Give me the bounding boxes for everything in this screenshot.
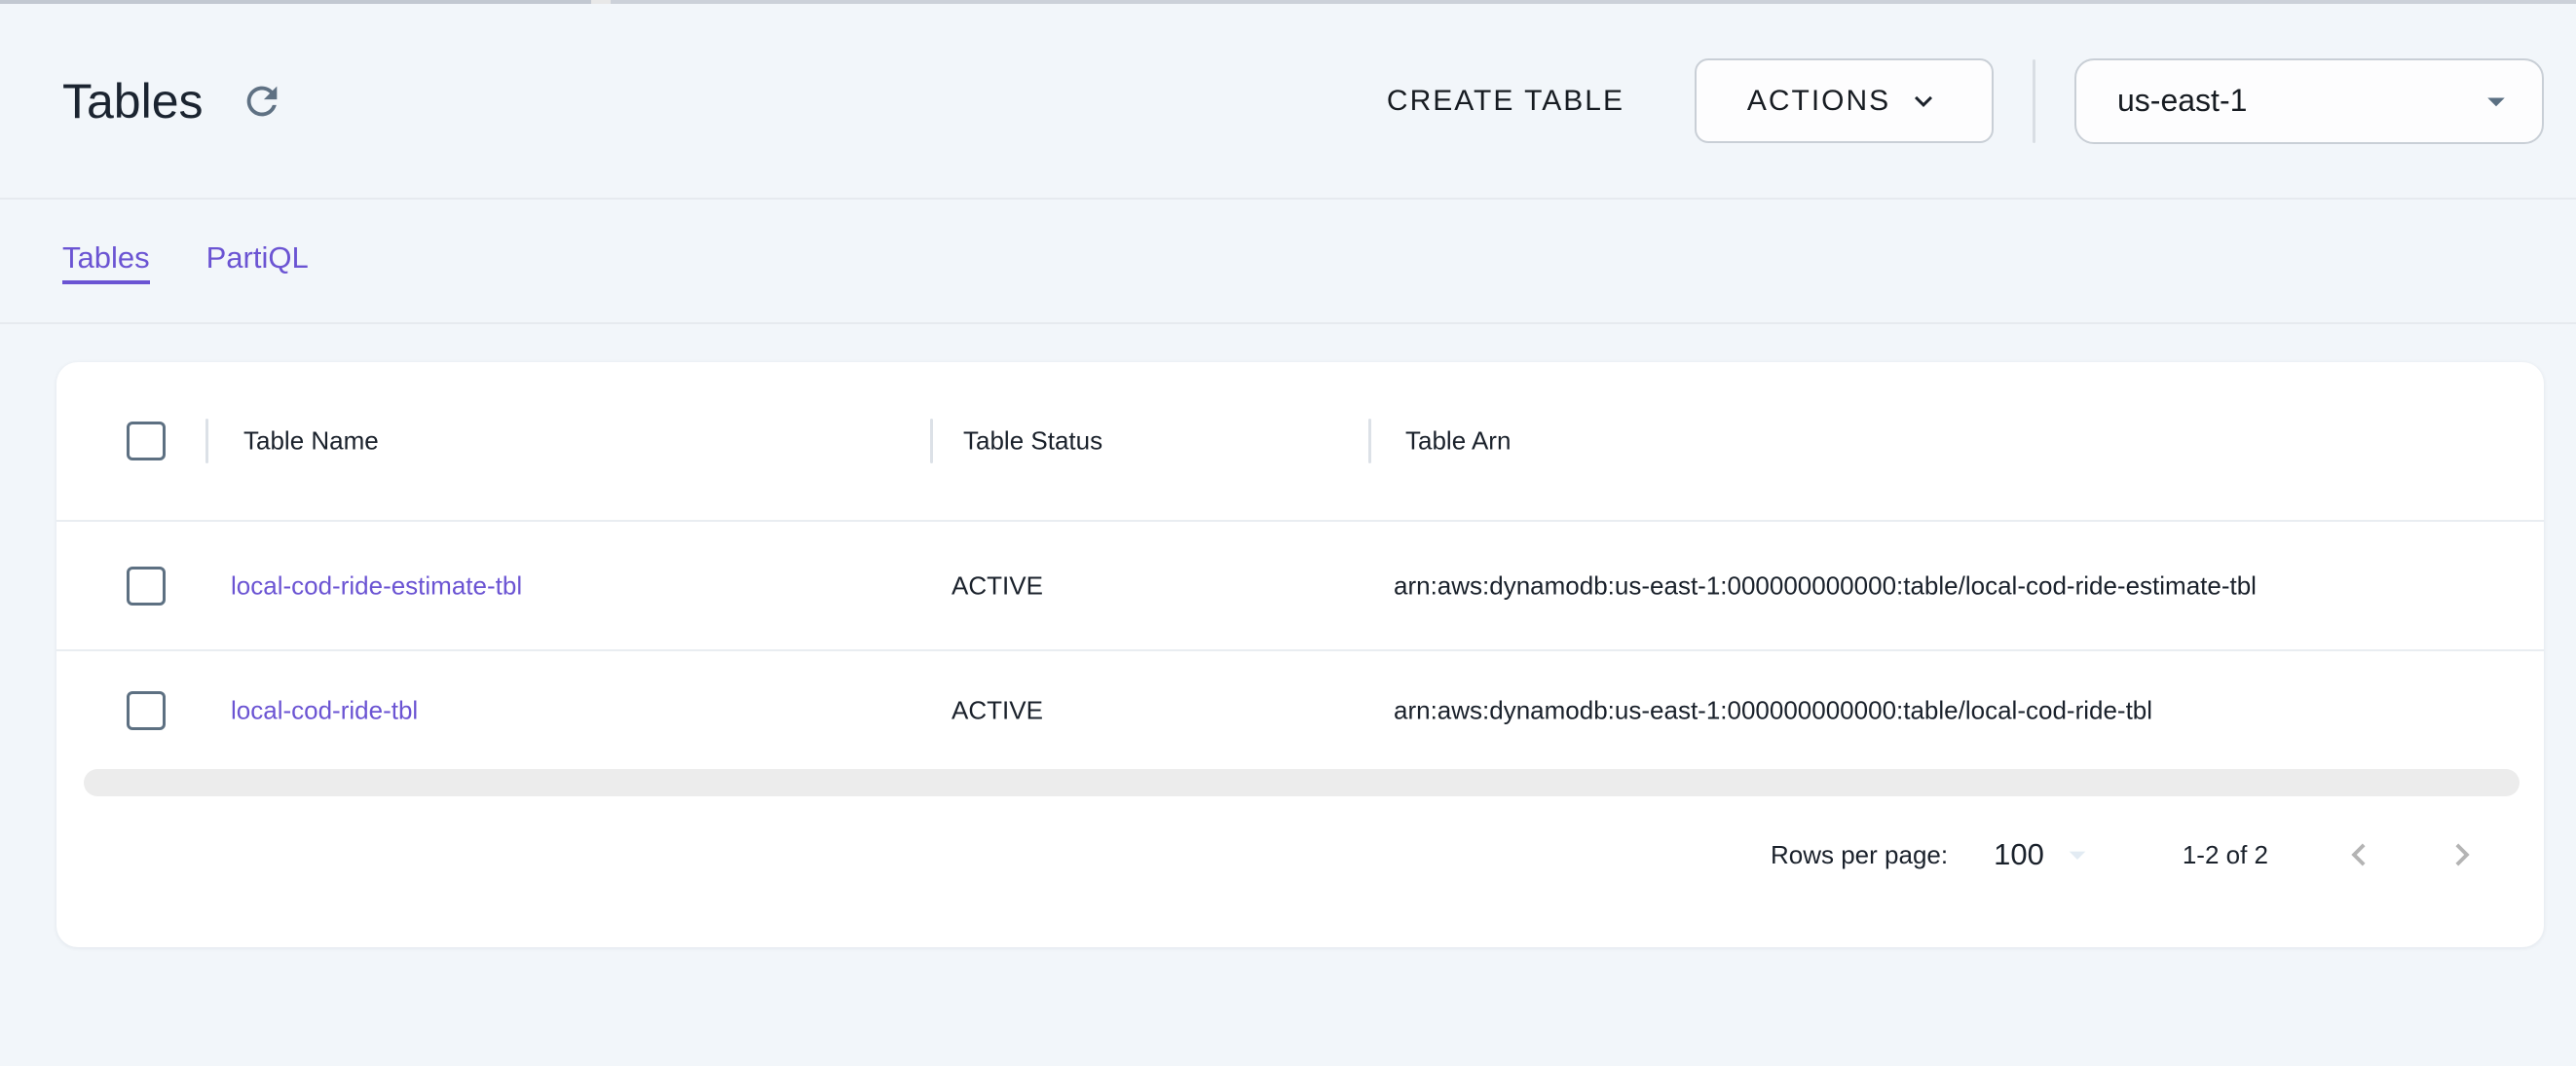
refresh-button[interactable] [237, 76, 287, 127]
page-title: Tables [62, 73, 204, 129]
table-status-value: ACTIVE [952, 695, 1043, 725]
dropdown-arrow-icon [2044, 835, 2097, 874]
pagination-range-label: 1-2 of 2 [2183, 840, 2268, 870]
page-root: Tables CREATE TABLE ACTIONS us-east [0, 0, 2576, 1066]
region-select-value: us-east-1 [2117, 83, 2247, 119]
table-body: local-cod-ride-estimate-tbl ACTIVE arn:a… [56, 522, 2544, 769]
column-header-table-arn[interactable]: Table Arn [1405, 426, 1511, 457]
tab-tables[interactable]: Tables [62, 240, 150, 284]
dropdown-arrow-icon [2476, 81, 2517, 122]
column-header-table-name[interactable]: Table Name [243, 426, 379, 457]
select-all-checkbox[interactable] [127, 422, 166, 460]
chevron-left-icon [2336, 832, 2381, 877]
tab-bar: Tables PartiQL [0, 202, 2576, 324]
column-separator [1368, 419, 1371, 463]
chevron-right-icon [2440, 832, 2484, 877]
header-divider [2033, 59, 2035, 143]
table-row[interactable]: local-cod-ride-tbl ACTIVE arn:aws:dynamo… [56, 651, 2544, 769]
rows-per-page-select[interactable]: 100 [1994, 835, 2097, 874]
rows-per-page-value: 100 [1994, 837, 2044, 872]
refresh-icon [240, 79, 284, 124]
column-header-table-status[interactable]: Table Status [963, 426, 1102, 457]
chevron-down-icon [1906, 84, 1941, 119]
rows-per-page-label: Rows per page: [1771, 840, 1948, 870]
row-checkbox[interactable] [127, 691, 166, 730]
create-table-button[interactable]: CREATE TABLE [1387, 85, 1624, 118]
actions-button-label: ACTIONS [1747, 85, 1890, 118]
table-header-row: Table Name Table Status Table Arn [56, 362, 2544, 522]
horizontal-scrollbar[interactable] [84, 769, 2520, 796]
table-row[interactable]: local-cod-ride-estimate-tbl ACTIVE arn:a… [56, 522, 2544, 651]
next-page-button[interactable] [2440, 832, 2484, 877]
actions-button[interactable]: ACTIONS [1695, 58, 1994, 143]
table-status-value: ACTIVE [952, 570, 1043, 601]
table-name-link[interactable]: local-cod-ride-estimate-tbl [231, 570, 522, 601]
previous-page-button[interactable] [2336, 832, 2381, 877]
table-arn-value: arn:aws:dynamodb:us-east-1:000000000000:… [1394, 570, 2257, 601]
region-select[interactable]: us-east-1 [2074, 58, 2544, 144]
column-separator [930, 419, 933, 463]
tab-partiql[interactable]: PartiQL [206, 240, 309, 284]
table-arn-value: arn:aws:dynamodb:us-east-1:000000000000:… [1394, 695, 2152, 725]
tables-card: Table Name Table Status Table Arn local-… [56, 362, 2544, 947]
header-bar: Tables CREATE TABLE ACTIONS us-east [0, 4, 2576, 200]
column-separator [205, 419, 208, 463]
pagination-bar: Rows per page: 100 1-2 of 2 [56, 796, 2544, 913]
row-checkbox[interactable] [127, 567, 166, 606]
header-actions-group: CREATE TABLE ACTIONS us-east-1 [1387, 58, 2544, 144]
table-name-link[interactable]: local-cod-ride-tbl [231, 695, 418, 725]
